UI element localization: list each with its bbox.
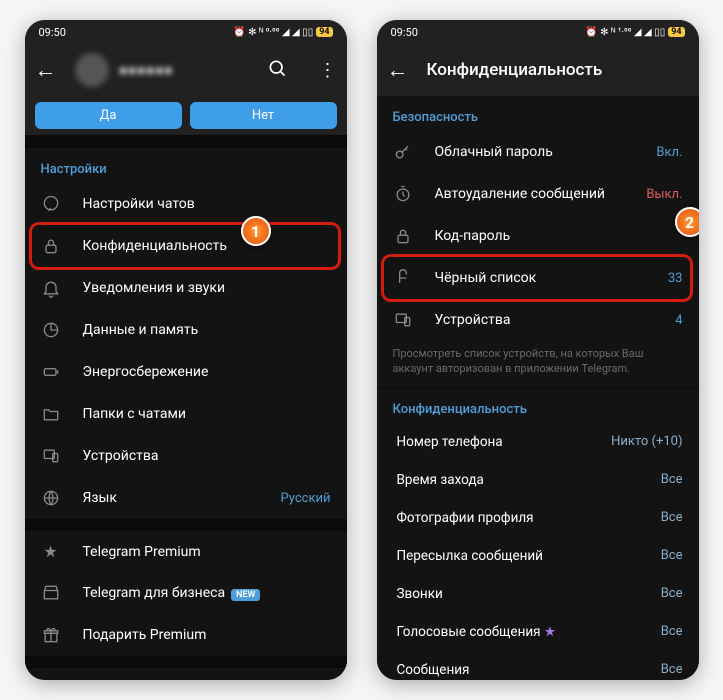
avatar xyxy=(75,53,109,87)
globe-icon xyxy=(41,488,61,508)
row-business[interactable]: Telegram для бизнесаNEW xyxy=(25,572,347,614)
app-header: ← ●●●●●● ⋮ xyxy=(25,44,347,96)
timer-icon xyxy=(393,184,413,204)
pie-icon xyxy=(41,320,61,340)
phone-screenshot-2: 09:50 ⏰ ✻ ᴺ ¹·⁰⁰ ◢ ◢ ▯▯ 94 ← Конфиденциа… xyxy=(377,20,699,680)
row-calls[interactable]: Звонки Все xyxy=(377,575,699,613)
row-notifications[interactable]: Уведомления и звуки xyxy=(25,267,347,309)
profile-header[interactable]: ●●●●●● xyxy=(75,53,235,87)
status-battery: 94 xyxy=(316,27,332,37)
section-security: Безопасность xyxy=(377,96,699,131)
devices-value: 4 xyxy=(675,313,682,328)
blacklist-value: 33 xyxy=(668,271,683,286)
privacy-content: Безопасность Облачный пароль Вкл. Автоуд… xyxy=(377,96,699,680)
lock-icon xyxy=(393,226,413,246)
back-icon[interactable]: ← xyxy=(35,57,57,83)
status-time: 09:50 xyxy=(39,26,66,39)
status-icons: ⏰ ✻ ᴺ ⁰·⁰⁰ ◢ ◢ ▯▯ xyxy=(233,27,313,38)
no-button[interactable]: Нет xyxy=(190,102,337,129)
row-blacklist[interactable]: Чёрный список 33 xyxy=(377,257,699,299)
devices-help-text: Просмотреть список устройств, на которых… xyxy=(377,341,699,387)
key-icon xyxy=(393,142,413,162)
gift-icon xyxy=(41,625,61,645)
row-cloud-password[interactable]: Облачный пароль Вкл. xyxy=(377,131,699,173)
row-messages[interactable]: Сообщения Все xyxy=(377,651,699,680)
block-icon xyxy=(393,268,413,288)
back-icon[interactable]: ← xyxy=(387,57,409,83)
profile-name: ●●●●●● xyxy=(119,61,173,79)
row-lastseen[interactable]: Время захода Все xyxy=(377,461,699,499)
calls-value: Все xyxy=(661,586,683,601)
cloud-password-value: Вкл. xyxy=(656,145,682,160)
row-language[interactable]: Язык Русский xyxy=(25,477,347,519)
row-autodelete[interactable]: Автоудаление сообщений Выкл. xyxy=(377,173,699,215)
messages-value: Все xyxy=(661,662,683,677)
phone-screenshot-1: 09:50 ⏰ ✻ ᴺ ⁰·⁰⁰ ◢ ◢ ▯▯ 94 ← ●●●●●● ⋮ Да… xyxy=(25,20,347,680)
row-phone[interactable]: Номер телефона Никто (+10) xyxy=(377,423,699,461)
page-title: Конфиденциальность xyxy=(427,60,689,80)
row-forwards[interactable]: Пересылка сообщений Все xyxy=(377,537,699,575)
marker-1: 1 xyxy=(241,216,271,246)
star-icon: ★ xyxy=(544,624,556,640)
row-voice[interactable]: Голосовые сообщения ★ Все xyxy=(377,613,699,651)
phone-value: Никто (+10) xyxy=(611,434,682,449)
row-power[interactable]: Энергосбережение xyxy=(25,351,347,393)
app-header: ← Конфиденциальность xyxy=(377,44,699,96)
lastseen-value: Все xyxy=(661,472,683,487)
row-devices[interactable]: Устройства xyxy=(25,435,347,477)
status-bar: 09:50 ⏰ ✻ ᴺ ¹·⁰⁰ ◢ ◢ ▯▯ 94 xyxy=(377,20,699,44)
status-time: 09:50 xyxy=(391,26,418,39)
search-icon[interactable] xyxy=(267,58,287,83)
chat-icon xyxy=(41,194,61,214)
row-devices-2[interactable]: Устройства 4 xyxy=(377,299,699,341)
row-chat-settings[interactable]: Настройки чатов xyxy=(25,183,347,225)
section-settings: Настройки xyxy=(25,148,347,183)
devices-icon xyxy=(393,310,413,330)
section-privacy-2: Конфиденциальность xyxy=(377,388,699,423)
devices-icon xyxy=(41,446,61,466)
row-gift[interactable]: Подарить Premium xyxy=(25,614,347,656)
section-help: Помощь xyxy=(25,668,347,680)
autodelete-value: Выкл. xyxy=(646,187,682,202)
row-privacy[interactable]: Конфиденциальность xyxy=(25,225,347,267)
row-premium[interactable]: ★ Telegram Premium xyxy=(25,531,347,572)
row-data[interactable]: Данные и память xyxy=(25,309,347,351)
status-right: ⏰ ✻ ᴺ ⁰·⁰⁰ ◢ ◢ ▯▯ 94 xyxy=(233,27,332,38)
status-right: ⏰ ✻ ᴺ ¹·⁰⁰ ◢ ◢ ▯▯ 94 xyxy=(585,27,684,38)
status-bar: 09:50 ⏰ ✻ ᴺ ⁰·⁰⁰ ◢ ◢ ▯▯ 94 xyxy=(25,20,347,44)
lock-icon xyxy=(41,236,61,256)
voice-value: Все xyxy=(661,624,683,639)
settings-content: Да Нет Настройки Настройки чатов Конфиде… xyxy=(25,96,347,680)
row-passcode[interactable]: Код-пароль xyxy=(377,215,699,257)
more-icon[interactable]: ⋮ xyxy=(319,60,337,81)
confirm-buttons: Да Нет xyxy=(25,96,347,136)
forwards-value: Все xyxy=(661,548,683,563)
new-badge: NEW xyxy=(231,589,260,601)
status-battery: 94 xyxy=(668,27,684,37)
row-folders[interactable]: Папки с чатами xyxy=(25,393,347,435)
row-photos[interactable]: Фотографии профиля Все xyxy=(377,499,699,537)
star-icon: ★ xyxy=(41,542,61,561)
yes-button[interactable]: Да xyxy=(35,102,182,129)
store-icon xyxy=(41,583,61,603)
status-icons: ⏰ ✻ ᴺ ¹·⁰⁰ ◢ ◢ ▯▯ xyxy=(585,27,665,38)
battery-icon xyxy=(41,362,61,382)
language-value: Русский xyxy=(280,491,330,506)
photos-value: Все xyxy=(661,510,683,525)
bell-icon xyxy=(41,278,61,298)
folder-icon xyxy=(41,404,61,424)
